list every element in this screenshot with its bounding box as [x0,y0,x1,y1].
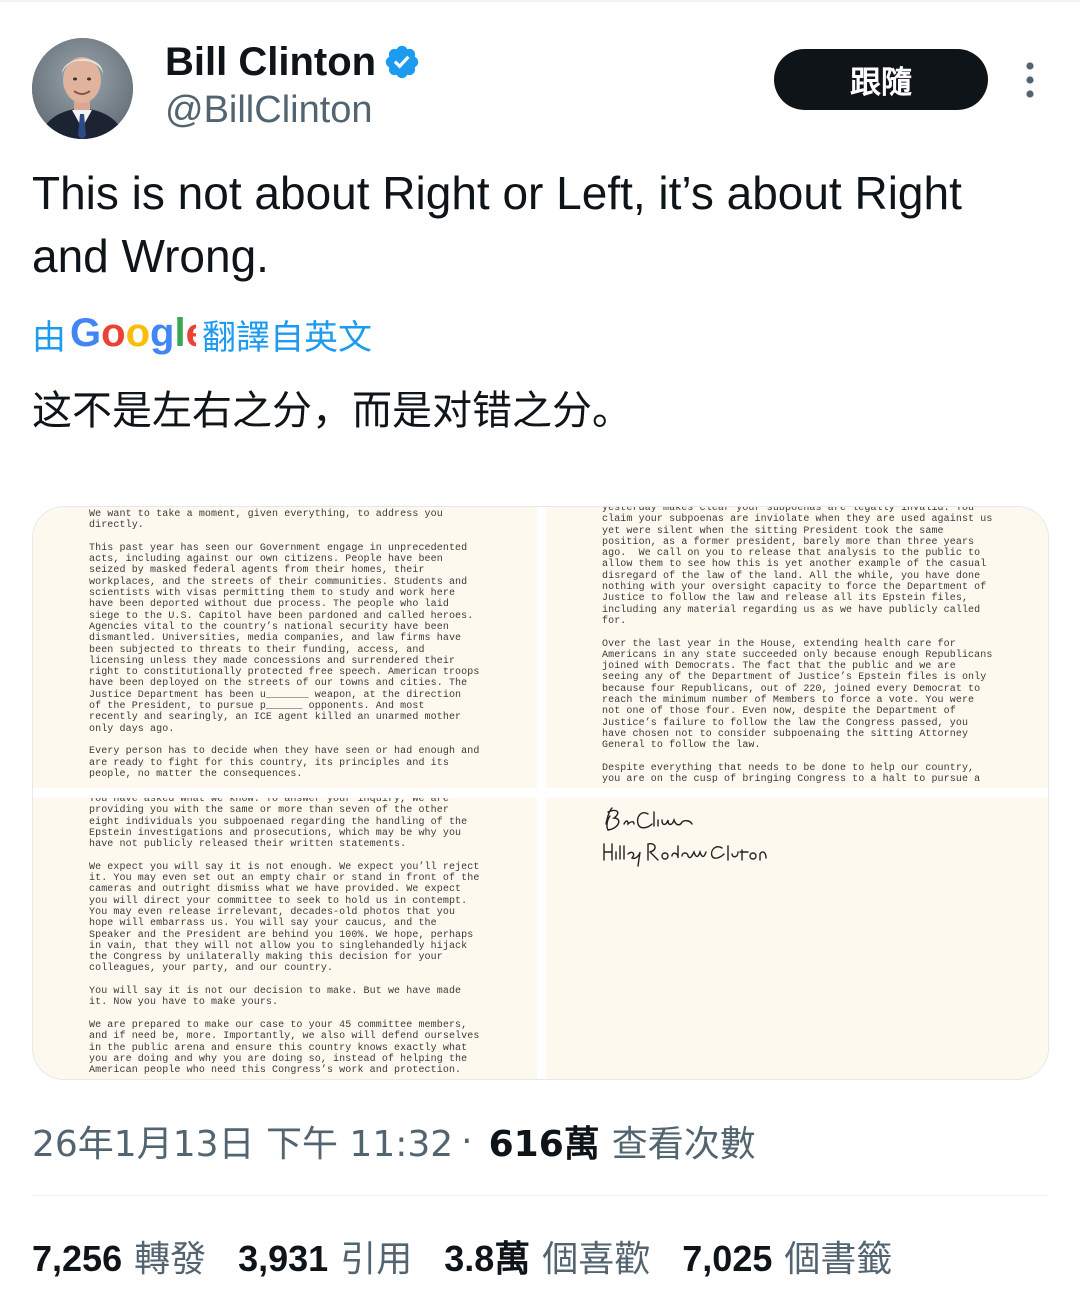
timestamp[interactable]: 26年1月13日 下午 11:32 [32,1115,453,1167]
stat-retweets[interactable]: 7,256 轉發 [32,1230,206,1282]
bookmarks-count: 7,025 [682,1238,773,1279]
meta-separator: · [461,1120,473,1162]
letter-page-3-text: You have asked what we know. To answer y… [89,798,480,1077]
engagement-stats: 7,256 轉發 3,931 引用 3.8萬 個喜歡 7,025 個書籤 [32,1231,924,1281]
letter-page-4[interactable] [546,798,1048,1079]
signatures [603,807,767,867]
stats-divider [32,1195,1049,1196]
signature-bill-clinton [605,807,693,831]
likes-label: 個喜歡 [542,1239,651,1280]
letter-page-1-text: We want to take a moment, given everythi… [89,509,480,780]
svg-text:Google: Google [70,311,196,355]
retweets-label: 轉發 [134,1239,207,1280]
letter-page-2[interactable]: yesterday makes clear your subpoenas are… [546,507,1048,788]
translate-from-label: 翻譯自英文 [202,317,372,358]
stat-likes[interactable]: 3.8萬 個喜歡 [444,1230,650,1282]
translate-by-label: 由 [32,317,66,358]
stat-bookmarks[interactable]: 7,025 個書籤 [682,1230,892,1282]
tweet-meta: 26年1月13日 下午 11:32 · 616萬 查看次數 [32,1116,756,1166]
letter-page-3[interactable]: You have asked what we know. To answer y… [33,798,537,1079]
views-count: 616萬 [488,1124,600,1165]
author-name[interactable]: Bill Clinton [165,36,376,88]
translated-text: 这不是左右之分，而是对错之分。 [32,388,632,434]
more-options-icon[interactable] [1010,58,1050,102]
signature-hillary-rodham-clinton [603,842,767,867]
avatar[interactable] [32,38,133,139]
views-label: 查看次數 [611,1124,756,1165]
top-divider [0,0,1080,2]
letter-page-1[interactable]: We want to take a moment, given everythi… [33,507,537,788]
stat-quotes[interactable]: 3,931 引用 [238,1230,412,1282]
follow-button[interactable]: 跟隨 [774,49,988,110]
avatar-photo [32,38,133,139]
letter-page-2-text: yesterday makes clear your subpoenas are… [602,507,993,786]
translate-attribution[interactable]: 由 Google 翻譯自英文 [32,308,372,360]
author-handle[interactable]: @BillClinton [165,86,373,134]
google-logo-icon: Google [70,311,196,355]
quotes-count: 3,931 [238,1238,329,1279]
retweets-count: 7,256 [32,1238,123,1279]
likes-count: 3.8萬 [444,1238,531,1279]
bookmarks-label: 個書籤 [784,1239,893,1280]
tweet-text: This is not about Right or Left, it’s ab… [32,167,962,282]
verified-badge-icon [385,45,419,79]
quotes-label: 引用 [340,1239,413,1280]
media-grid: We want to take a moment, given everythi… [32,506,1049,1080]
